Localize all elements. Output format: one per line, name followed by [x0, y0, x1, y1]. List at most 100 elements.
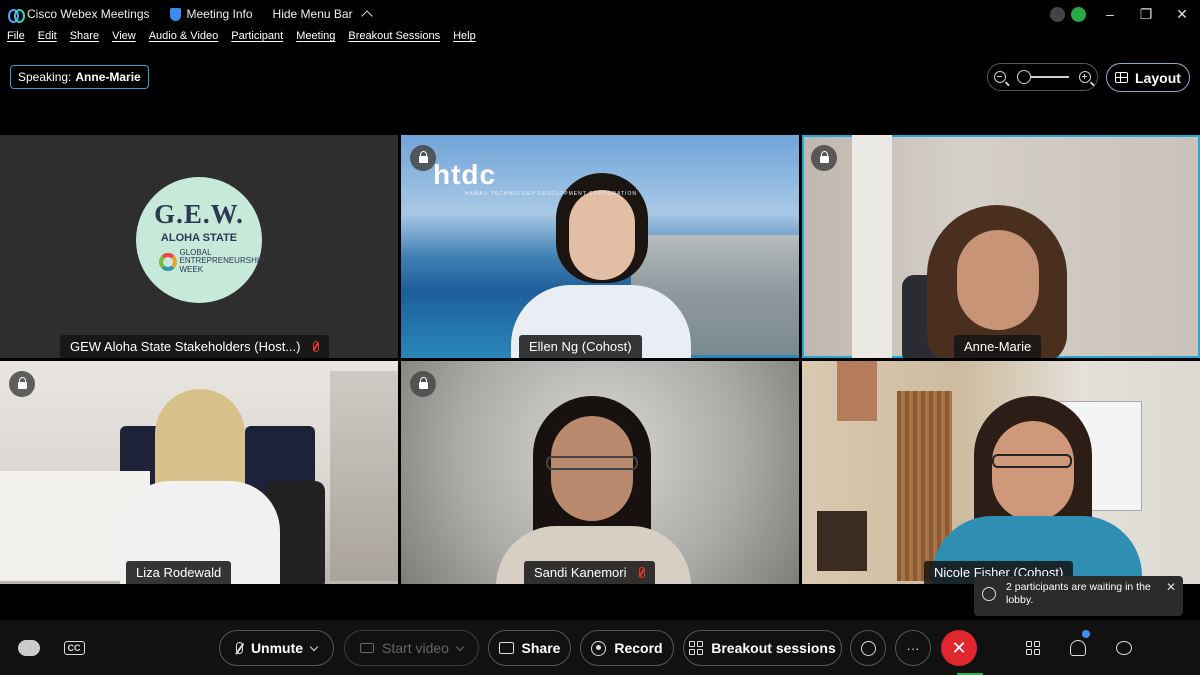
assistant-bot-shape [18, 640, 40, 656]
close-notification-button[interactable]: ✕ [1166, 580, 1176, 595]
start-video-button[interactable]: Start video [344, 630, 479, 666]
hide-menu-bar-button[interactable]: Hide Menu Bar [272, 7, 373, 22]
connection-status-icon[interactable] [1071, 6, 1086, 22]
chat-button[interactable] [1110, 634, 1138, 662]
window-controls: – ❐ ✕ [1050, 0, 1200, 28]
speaking-indicator: Speaking: Anne-Marie [10, 65, 149, 89]
smiley-icon [860, 640, 876, 656]
video-tile-sandi-kanemori[interactable]: Sandi Kanemori [401, 361, 799, 584]
apps-button[interactable] [1019, 634, 1047, 662]
minimize-button[interactable]: – [1092, 6, 1128, 22]
chevron-up-icon [360, 10, 373, 22]
muted-mic-icon [638, 567, 645, 578]
muted-mic-icon [312, 341, 319, 352]
zoom-control [987, 63, 1098, 91]
menu-help[interactable]: Help [453, 30, 476, 50]
layout-label: Layout [1135, 69, 1181, 86]
chat-bubble-icon [1116, 641, 1132, 655]
video-tile-nicole-fisher[interactable]: Nicole Fisher (Cohost) [802, 361, 1200, 584]
gew-logo-tag-text: GLOBAL ENTREPRENEURSHIP WEEK [179, 248, 265, 274]
reactions-button[interactable] [850, 630, 886, 666]
share-label: Share [521, 640, 561, 656]
participant-name: Ellen Ng (Cohost) [529, 339, 632, 354]
gew-logo: G.E.W. ALOHA STATE GLOBAL ENTREPRENEURSH… [136, 177, 265, 303]
lock-icon [9, 371, 35, 397]
htdc-banner-sub: HAWAII TECHNOLOGY DEVELOPMENT CORPORATIO… [465, 191, 637, 197]
participant-nameplate: Anne-Marie [954, 335, 1042, 358]
hide-menu-label: Hide Menu Bar [272, 7, 353, 21]
zoom-in-icon[interactable] [1079, 71, 1091, 83]
menu-view[interactable]: View [112, 30, 136, 50]
close-window-button[interactable]: ✕ [1164, 6, 1200, 23]
picture-frame [817, 511, 867, 571]
video-tile-ellen-ng[interactable]: htdc HAWAII TECHNOLOGY DEVELOPMENT CORPO… [401, 135, 799, 358]
participant-nameplate: GEW Aloha State Stakeholders (Host...) [60, 335, 329, 358]
apps-grid-icon [1026, 641, 1040, 655]
gew-logo-subtitle: ALOHA STATE [160, 232, 238, 244]
video-tile-anne-marie[interactable]: Anne-Marie [802, 135, 1200, 358]
menu-share[interactable]: Share [70, 30, 99, 50]
participant-nameplate: Sandi Kanemori [524, 561, 655, 584]
lock-icon [410, 145, 436, 171]
lobby-notification[interactable]: 2 participants are waiting in the lobby.… [974, 576, 1183, 616]
zoom-slider[interactable] [1016, 70, 1069, 84]
menu-audio-video[interactable]: Audio & Video [149, 30, 219, 50]
participants-button[interactable] [1064, 630, 1092, 662]
participant-face [957, 230, 1039, 330]
participant-name: Liza Rodewald [136, 565, 222, 580]
bookshelf [330, 371, 398, 581]
lock-icon [811, 145, 837, 171]
layout-button[interactable]: Layout [1106, 63, 1190, 92]
record-button[interactable]: Record [580, 630, 674, 666]
more-options-button[interactable]: ··· [895, 630, 931, 666]
breakout-sessions-label: Breakout sessions [711, 640, 836, 656]
breakout-sessions-button[interactable]: Breakout sessions [683, 630, 842, 666]
shield-icon [169, 7, 181, 21]
unmute-label: Unmute [250, 640, 304, 656]
wall-art [837, 361, 877, 421]
closed-captions-label: CC [63, 641, 85, 655]
participant-nameplate: Liza Rodewald [126, 561, 232, 584]
leave-meeting-button[interactable]: ✕ [941, 630, 977, 666]
meeting-controls-bar: CC Unmute Start video Share Record Break… [0, 620, 1200, 675]
gew-logo-tag: GLOBAL ENTREPRENEURSHIP WEEK [136, 248, 265, 274]
menu-file[interactable]: File [7, 30, 25, 50]
htdc-banner: htdc [433, 159, 497, 190]
lobby-notification-text: 2 participants are waiting in the lobby. [1006, 581, 1151, 607]
menu-participant[interactable]: Participant [231, 30, 283, 50]
share-screen-icon [498, 642, 514, 654]
chevron-down-icon[interactable] [309, 642, 319, 651]
zoom-slider-knob[interactable] [1016, 70, 1031, 84]
menu-breakout-sessions[interactable]: Breakout Sessions [348, 30, 440, 50]
video-camera-icon [360, 643, 375, 653]
close-icon: ✕ [951, 637, 967, 658]
glasses [546, 456, 638, 470]
breakout-grid-icon [689, 641, 704, 655]
video-tile-gew[interactable]: G.E.W. ALOHA STATE GLOBAL ENTREPRENEURSH… [0, 135, 398, 358]
closed-captions-button[interactable]: CC [60, 634, 88, 662]
video-tile-liza-rodewald[interactable]: Liza Rodewald [0, 361, 398, 584]
menu-edit[interactable]: Edit [38, 30, 57, 50]
maximize-button[interactable]: ❐ [1128, 6, 1164, 23]
participant-name: Anne-Marie [964, 339, 1032, 354]
lobby-waiting-icon [982, 587, 996, 601]
glasses [992, 454, 1072, 468]
start-video-label: Start video [382, 640, 449, 656]
microphone-muted-icon [235, 642, 243, 654]
participant-name: Sandi Kanemori [534, 565, 627, 580]
gew-logo-title: G.E.W. [154, 199, 244, 229]
share-button[interactable]: Share [488, 630, 571, 666]
participants-icon [1070, 640, 1086, 656]
assistant-icon[interactable] [15, 634, 43, 662]
menu-meeting[interactable]: Meeting [296, 30, 335, 50]
participant-nameplate: Ellen Ng (Cohost) [519, 335, 642, 358]
unmute-button[interactable]: Unmute [219, 630, 334, 666]
meeting-info-button[interactable]: Meeting Info [169, 7, 253, 21]
chevron-down-icon[interactable] [455, 642, 465, 651]
gew-ring-icon [158, 252, 177, 271]
record-icon [591, 640, 607, 656]
speaking-name: Anne-Marie [75, 70, 141, 84]
network-icon[interactable] [1050, 6, 1065, 22]
zoom-out-icon[interactable] [994, 71, 1006, 83]
more-icon: ··· [906, 640, 920, 656]
